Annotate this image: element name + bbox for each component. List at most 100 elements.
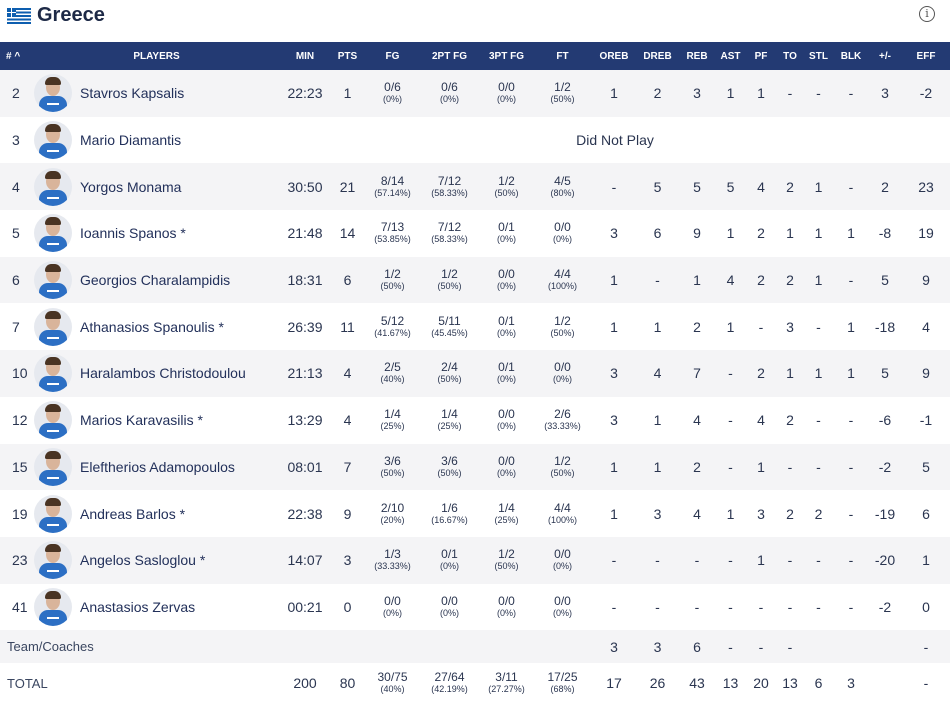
stat-blk: 1 <box>847 365 855 382</box>
column-header-blk[interactable]: BLK <box>834 42 868 70</box>
column-header-players[interactable]: PLAYERS <box>33 42 280 70</box>
two-point-fg-made: 0/6 <box>441 80 458 95</box>
field-goals-pct: (33.33%) <box>374 561 411 572</box>
column-header-fg2[interactable]: 2PT FG <box>420 42 479 70</box>
minutes: 13:29 <box>287 412 323 429</box>
player-row[interactable]: 19 Andreas Barlos * 22:38 9 2/10 (20%) 1/6 (16.… <box>0 490 950 537</box>
stat-pf: 1 <box>757 458 765 475</box>
team-stat-pf: - <box>758 638 764 655</box>
total-free-throws: 17/25 (68%) <box>534 663 591 703</box>
player-row[interactable]: 10 Haralambos Christodoulou 21:13 4 2/5 (40%)… <box>0 350 950 397</box>
player-cell[interactable]: Anastasios Zervas <box>33 584 280 631</box>
player-name-link[interactable]: Marios Karavasilis * <box>80 412 203 428</box>
stat-pm: -18 <box>874 318 896 335</box>
player-name-link[interactable]: Angelos Sasloglou * <box>80 552 205 568</box>
player-cell[interactable]: Stavros Kapsalis <box>33 70 280 117</box>
player-row[interactable]: 6 Georgios Charalampidis 18:31 6 1/2 (50%) 1/2… <box>0 256 950 304</box>
two-point-fg-pct: (16.67%) <box>431 514 468 525</box>
free-throws-made: 4/4 <box>554 267 571 282</box>
field-goals-pct: (41.67%) <box>374 327 411 338</box>
column-header-ft[interactable]: FT <box>534 42 591 70</box>
player-name-link[interactable]: Yorgos Monama <box>80 179 181 195</box>
column-header-min[interactable]: MIN <box>280 42 330 70</box>
field-goals: 7/13 (53.85%) <box>365 210 420 257</box>
stat-to: - <box>787 552 793 569</box>
jersey-number: 3 <box>12 132 20 149</box>
jersey-number: 23 <box>12 552 28 569</box>
player-cell[interactable]: Andreas Barlos * <box>33 490 280 537</box>
player-avatar <box>34 587 72 626</box>
player-name-link[interactable]: Athanasios Spanoulis * <box>80 319 224 335</box>
column-header-plus-minus[interactable]: +/- <box>868 42 902 70</box>
column-header-oreb[interactable]: OREB <box>591 42 637 70</box>
column-header-dreb[interactable]: DREB <box>637 42 678 70</box>
column-header-pts[interactable]: PTS <box>330 42 365 70</box>
player-cell[interactable]: Mario Diamantis <box>33 117 280 164</box>
player-cell[interactable]: Eleftherios Adamopoulos <box>33 444 280 491</box>
player-row[interactable]: 2 Stavros Kapsalis 22:23 1 0/6 (0%) 0/6 (0%) 0/0… <box>0 70 950 117</box>
player-row[interactable]: 12 Marios Karavasilis * 13:29 4 1/4 (25%) 1/4(… <box>0 396 950 444</box>
info-icon[interactable]: i <box>919 6 935 22</box>
player-cell[interactable]: Yorgos Monama <box>33 163 280 210</box>
stat-stl: - <box>816 552 821 569</box>
player-name-link[interactable]: Ioannis Spanos * <box>80 225 186 241</box>
team-stat-ast: - <box>728 638 733 655</box>
column-header-ast[interactable]: AST <box>716 42 745 70</box>
player-cell[interactable]: Marios Karavasilis * <box>33 397 280 444</box>
field-goals: 1/3 (33.33%) <box>365 537 420 584</box>
player-row[interactable]: 5 Ioannis Spanos * 21:48 14 7/13 (53.85%) 7/12… <box>0 210 950 257</box>
team-stat-oreb: 3 <box>610 638 618 655</box>
player-name-link[interactable]: Anastasios Zervas <box>80 599 195 615</box>
column-header-eff[interactable]: EFF <box>902 42 950 70</box>
total-stat-ast: 13 <box>722 675 739 692</box>
player-row[interactable]: 41 Anastasios Zervas 00:21 0 0/0 (0%) 0/0 (0%) 0… <box>0 583 950 631</box>
column-header-pf[interactable]: PF <box>745 42 777 70</box>
total-stat-reb: 43 <box>689 675 705 692</box>
stat-dreb: 1 <box>653 458 662 475</box>
player-row[interactable]: 15 Eleftherios Adamopoulos 08:01 7 3/6 (50%) 3… <box>0 443 950 491</box>
column-header-reb[interactable]: REB <box>678 42 716 70</box>
player-row[interactable]: 3 Mario Diamantis Did Not Play <box>0 116 950 164</box>
player-cell[interactable]: Haralambos Christodoulou <box>33 350 280 397</box>
field-goals-pct: (0%) <box>382 94 402 105</box>
player-row[interactable]: 23 Angelos Sasloglou * 14:07 3 1/3 (33.33%) 0/… <box>0 536 950 584</box>
three-point-fg-made: 1/2 <box>498 173 515 188</box>
stat-oreb: 1 <box>610 85 618 102</box>
column-header-num-sort[interactable]: # ^ <box>0 42 33 70</box>
player-name-link[interactable]: Georgios Charalampidis <box>80 272 230 288</box>
column-header-fg3[interactable]: 3PT FG <box>479 42 534 70</box>
stat-eff: 0 <box>922 598 930 615</box>
field-goals: 3/6 (50%) <box>365 444 420 491</box>
stat-reb: 3 <box>693 85 701 102</box>
column-header-stl[interactable]: STL <box>803 42 834 70</box>
player-cell[interactable]: Angelos Sasloglou * <box>33 537 280 584</box>
stat-oreb: - <box>611 552 617 569</box>
stat-pf: - <box>758 598 764 615</box>
player-row[interactable]: 7 Athanasios Spanoulis * 26:39 11 5/12 (41.67… <box>0 303 950 351</box>
field-goals-pct: (40%) <box>380 374 405 385</box>
points: 4 <box>343 412 352 429</box>
team-coaches-row: Team/Coaches 3 3 6 - - - - <box>0 630 950 664</box>
stat-pf: 2 <box>757 272 765 289</box>
three-point-fg-pct: (0%) <box>496 421 516 432</box>
three-point-fg-pct: (0%) <box>496 467 516 478</box>
stat-dreb: - <box>655 552 660 569</box>
two-point-fg-made: 7/12 <box>437 220 462 235</box>
jersey-number: 41 <box>12 598 28 615</box>
player-cell[interactable]: Athanasios Spanoulis * <box>33 303 280 350</box>
player-row[interactable]: 4 Yorgos Monama 30:50 21 8/14 (57.14%) 7/12 (58… <box>0 163 950 211</box>
column-header-fg[interactable]: FG <box>365 42 420 70</box>
player-cell[interactable]: Georgios Charalampidis <box>33 257 280 304</box>
player-name-link[interactable]: Haralambos Christodoulou <box>80 365 246 381</box>
column-header-to[interactable]: TO <box>777 42 803 70</box>
stat-ast: 1 <box>726 505 735 522</box>
player-name-link[interactable]: Stavros Kapsalis <box>80 85 184 101</box>
free-throws-pct: (33.33%) <box>544 421 581 432</box>
field-goals-made: 1/2 <box>384 267 401 282</box>
player-cell[interactable]: Ioannis Spanos * <box>33 210 280 257</box>
team-stat-stl <box>803 630 834 663</box>
player-name-link[interactable]: Andreas Barlos * <box>80 506 185 522</box>
player-name-link[interactable]: Eleftherios Adamopoulos <box>80 459 235 475</box>
player-name-link[interactable]: Mario Diamantis <box>80 132 181 148</box>
stat-ast: 4 <box>726 272 735 289</box>
